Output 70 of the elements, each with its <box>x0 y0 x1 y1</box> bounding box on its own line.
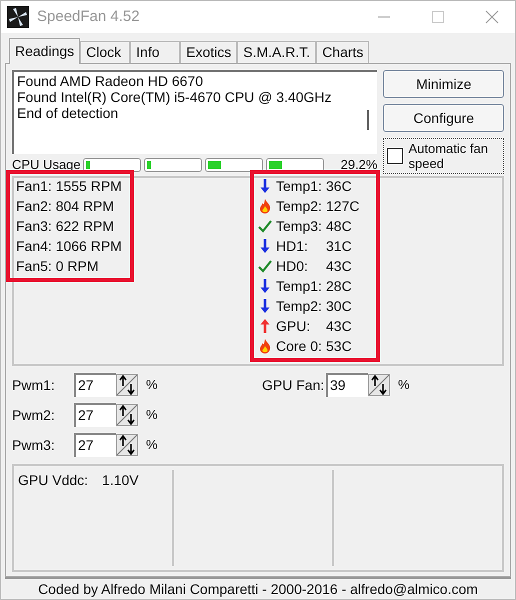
percent-label: % <box>146 436 158 454</box>
temp-label: Temp2: <box>276 197 322 216</box>
down-arrow-icon <box>258 278 272 294</box>
log-line: End of detection <box>17 105 118 121</box>
down-arrow-icon <box>258 178 272 194</box>
temp-value: 53C <box>326 337 352 356</box>
spin-arrows-icon[interactable] <box>116 374 138 396</box>
pwm-label: Pwm3: <box>12 436 56 454</box>
fan-reading: Fan5: 0 RPM <box>16 257 100 276</box>
flame-icon <box>258 198 272 214</box>
tab[interactable]: Info <box>130 41 180 63</box>
scrollbar-thumb[interactable] <box>367 110 370 130</box>
spin-arrows-icon[interactable] <box>116 434 138 456</box>
pwm-label: GPU Fan: <box>262 376 326 394</box>
temp-label: Temp1: <box>276 277 322 296</box>
voltage-value: 1.10V <box>102 471 139 490</box>
log-line: Found AMD Radeon HD 6670 <box>17 73 203 89</box>
status-bar: Coded by Alfredo Milani Comparetti - 2000-2016 - alfredo@almico.com <box>5 577 511 599</box>
checkbox[interactable] <box>387 148 404 164</box>
pwm-label: Pwm1: <box>12 376 56 394</box>
checkbox-label: Automatic fan speed <box>408 141 489 171</box>
log-line: Found Intel(R) Core(TM) i5-4670 CPU @ 3.40GHz <box>17 89 332 105</box>
up-arrow-icon <box>258 318 272 334</box>
temp-label: HD1: <box>276 237 309 256</box>
window-title: SpeedFan 4.52 <box>37 6 140 27</box>
close-icon[interactable] <box>485 10 499 24</box>
tab[interactable]: Readings <box>9 38 80 64</box>
spin-arrows-icon[interactable] <box>116 404 138 426</box>
tab[interactable]: Exotics <box>180 41 238 63</box>
pwm-label: Pwm2: <box>12 406 56 424</box>
flame-icon <box>258 338 272 354</box>
temp-value: 48C <box>326 217 352 236</box>
tab[interactable]: Charts <box>316 41 370 63</box>
temp-value: 28C <box>326 277 352 296</box>
temp-label: Temp3: <box>276 217 322 236</box>
check-icon <box>258 258 272 274</box>
cpu-usage-label: CPU Usage <box>12 156 81 174</box>
fan-reading: Fan2: 804 RPM <box>16 197 116 216</box>
temp-label: Temp2: <box>276 297 322 316</box>
action-button[interactable]: Minimize <box>383 70 504 98</box>
temp-label: Core 0: <box>276 337 322 356</box>
spin-arrows-icon[interactable] <box>368 374 390 396</box>
number-field[interactable]: 27 <box>74 433 116 457</box>
percent-label: % <box>398 376 410 394</box>
voltage-label: GPU Vddc: <box>18 471 88 490</box>
down-arrow-icon <box>258 298 272 314</box>
percent-label: % <box>146 376 158 394</box>
temp-label: HD0: <box>276 257 309 276</box>
temp-value: 127C <box>326 197 360 216</box>
temp-value: 36C <box>326 177 352 196</box>
temp-value: 43C <box>326 257 352 276</box>
fan-reading: Fan1: 1555 RPM <box>16 177 123 196</box>
temp-label: GPU: <box>276 317 312 336</box>
tab[interactable]: Clock <box>80 41 130 63</box>
check-icon <box>258 218 272 234</box>
number-field[interactable]: 39 <box>326 373 368 397</box>
temp-value: 30C <box>326 297 352 316</box>
number-field[interactable]: 27 <box>74 403 116 427</box>
tab[interactable]: S.M.A.R.T. <box>237 41 316 63</box>
temp-value: 43C <box>326 317 352 336</box>
percent-label: % <box>146 406 158 424</box>
temp-label: Temp1: <box>276 177 322 196</box>
fan-icon <box>7 6 29 28</box>
fan-reading: Fan3: 622 RPM <box>16 217 116 236</box>
number-field[interactable]: 27 <box>74 373 116 397</box>
action-button[interactable]: Configure <box>383 104 504 132</box>
fan-reading: Fan4: 1066 RPM <box>16 237 123 256</box>
cpu-usage-reading: 29.2% <box>340 156 378 174</box>
down-arrow-icon <box>258 238 272 254</box>
temp-value: 31C <box>326 237 352 256</box>
